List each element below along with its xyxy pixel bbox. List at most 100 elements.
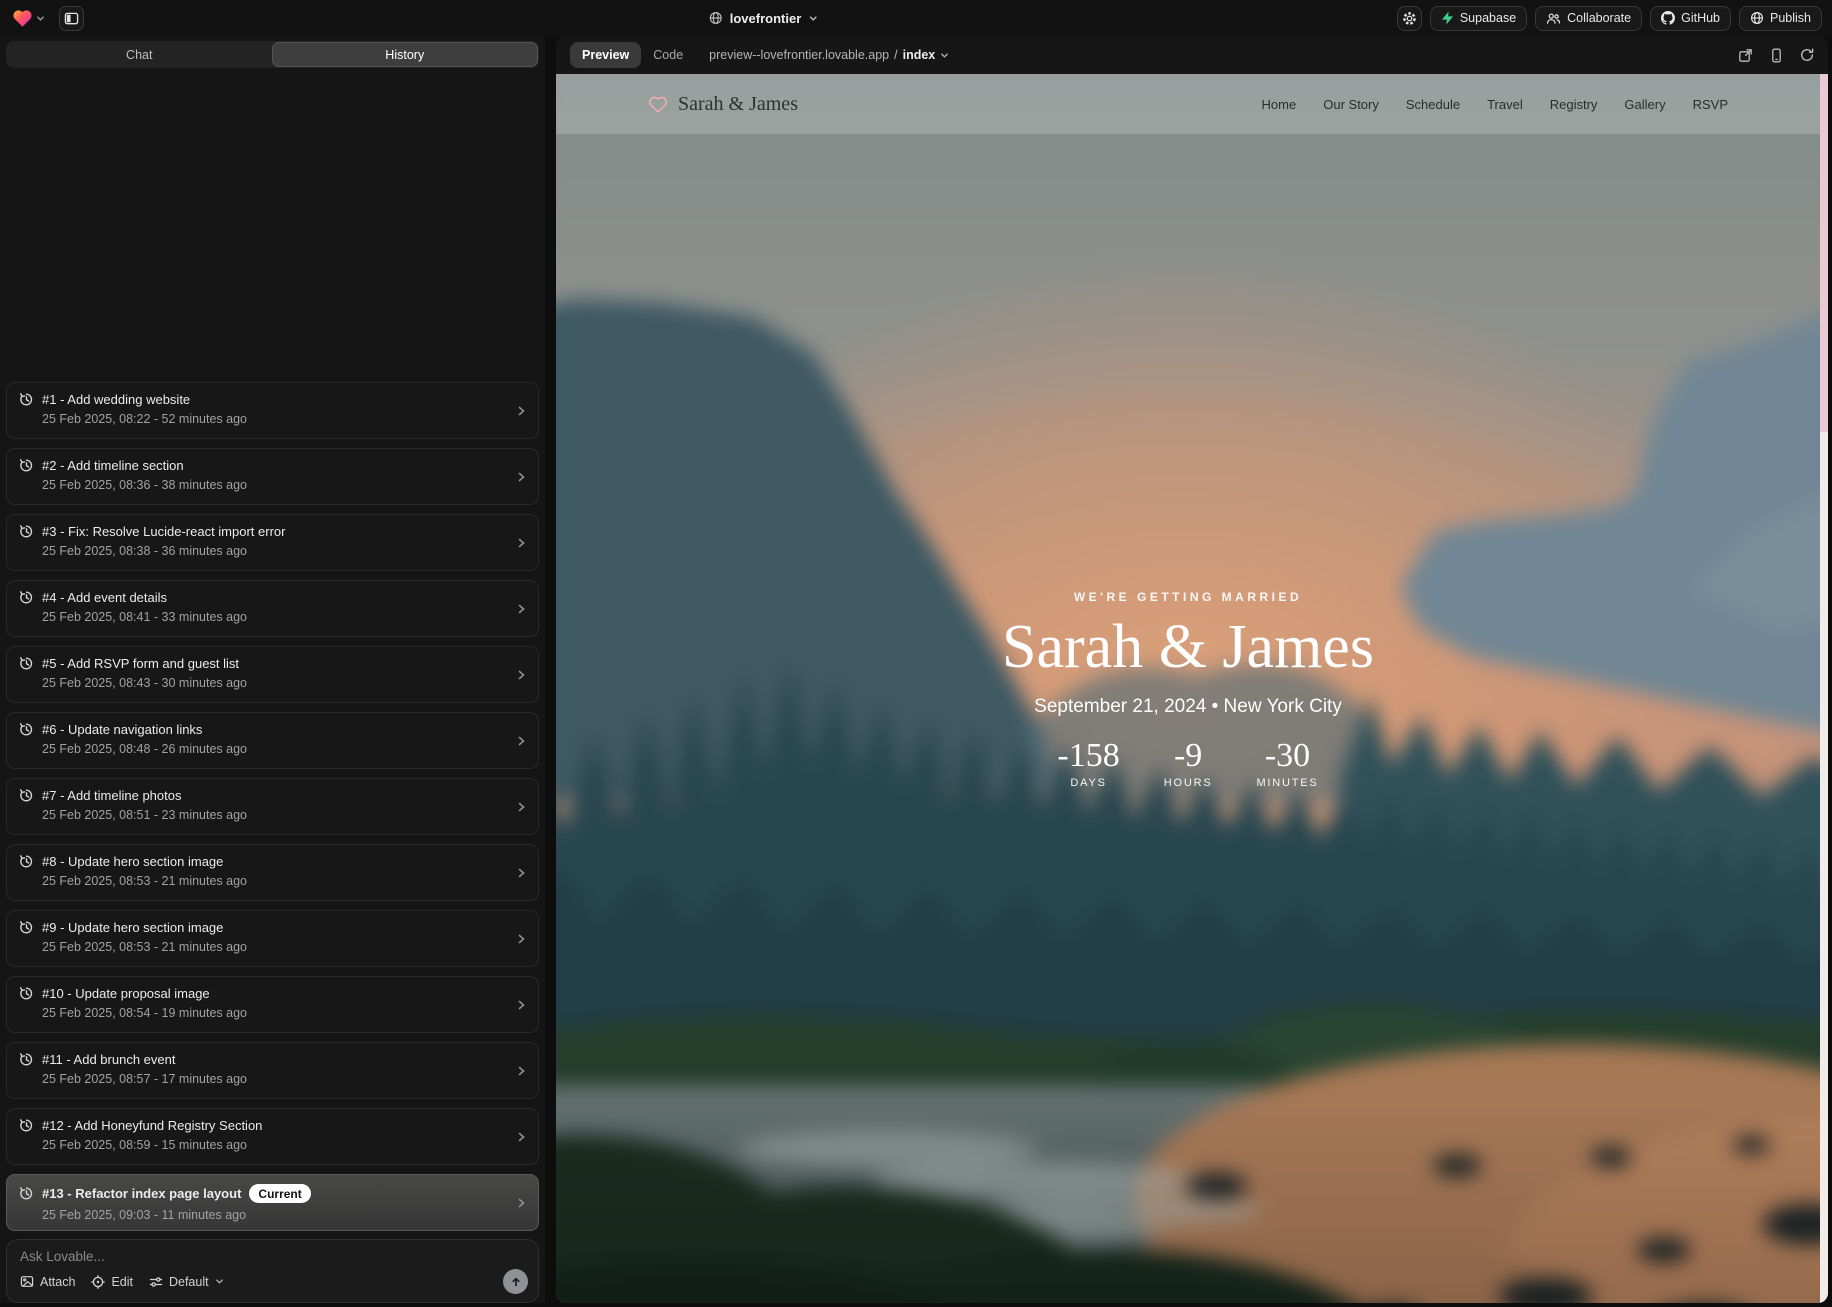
sidebar-spacer	[0, 68, 545, 382]
lovable-logo-menu[interactable]	[12, 8, 45, 28]
supabase-button[interactable]: Supabase	[1430, 6, 1527, 31]
nav-rsvp[interactable]: RSVP	[1693, 97, 1728, 112]
users-icon	[1546, 12, 1561, 25]
history-item-meta: 25 Feb 2025, 08:36 - 38 minutes ago	[42, 478, 508, 492]
nav-gallery[interactable]: Gallery	[1624, 97, 1665, 112]
history-icon	[19, 788, 34, 803]
scrollbar-thumb[interactable]	[1820, 74, 1828, 432]
chevron-right-icon	[516, 1131, 527, 1143]
open-in-new-tab-icon[interactable]	[1738, 48, 1753, 63]
history-item[interactable]: #12 - Add Honeyfund Registry Section 25 …	[6, 1108, 539, 1165]
history-item-meta: 25 Feb 2025, 08:51 - 23 minutes ago	[42, 808, 508, 822]
attach-button[interactable]: Attach	[20, 1275, 75, 1289]
topbar-left	[12, 0, 84, 36]
history-icon	[19, 590, 34, 605]
history-item[interactable]: #6 - Update navigation links 25 Feb 2025…	[6, 712, 539, 769]
composer-toolbar: Attach Edit	[20, 1269, 528, 1294]
site-logo[interactable]: Sarah & James	[648, 93, 798, 116]
chevron-right-icon	[516, 471, 527, 483]
send-button[interactable]	[503, 1269, 528, 1294]
history-icon	[19, 986, 34, 1001]
chevron-right-icon	[516, 801, 527, 813]
sidebar-toggle-button[interactable]	[59, 6, 84, 31]
publish-button[interactable]: Publish	[1739, 6, 1822, 31]
history-item-meta: 25 Feb 2025, 08:54 - 19 minutes ago	[42, 1006, 508, 1020]
preview-scrollbar[interactable]	[1820, 74, 1828, 1303]
history-icon	[19, 392, 34, 407]
tab-preview[interactable]: Preview	[570, 42, 641, 68]
refresh-icon[interactable]	[1800, 48, 1814, 62]
nav-travel[interactable]: Travel	[1487, 97, 1523, 112]
history-item[interactable]: #1 - Add wedding website 25 Feb 2025, 08…	[6, 382, 539, 439]
history-item[interactable]: #3 - Fix: Resolve Lucide-react import er…	[6, 514, 539, 571]
history-item-meta: 25 Feb 2025, 08:48 - 26 minutes ago	[42, 742, 508, 756]
nav-home[interactable]: Home	[1262, 97, 1297, 112]
chevron-right-icon	[516, 1065, 527, 1077]
globe-icon	[1750, 11, 1764, 25]
tab-history[interactable]: History	[272, 42, 539, 67]
topbar-actions: Supabase Collaborate GitHub	[1397, 0, 1822, 36]
preview-actions	[1738, 48, 1814, 63]
mobile-view-icon[interactable]	[1770, 48, 1783, 63]
history-item-title: #1 - Add wedding website	[42, 392, 190, 407]
hero-date-location: September 21, 2024 • New York City	[556, 696, 1820, 718]
history-icon	[19, 1186, 34, 1201]
topbar: lovefrontier Supabase	[0, 0, 1832, 36]
scene-overlay	[556, 74, 1828, 1303]
project-switcher[interactable]: lovefrontier	[709, 0, 818, 36]
history-item[interactable]: #4 - Add event details 25 Feb 2025, 08:4…	[6, 580, 539, 637]
preview-url[interactable]: preview--lovefrontier.lovable.app / inde…	[709, 48, 949, 62]
preview-domain: preview--lovefrontier.lovable.app	[709, 48, 889, 62]
chevron-right-icon	[516, 537, 527, 549]
history-item[interactable]: #5 - Add RSVP form and guest list 25 Feb…	[6, 646, 539, 703]
settings-button[interactable]	[1397, 6, 1422, 31]
url-separator: /	[894, 48, 897, 62]
chat-history-tabs: Chat History	[6, 41, 539, 68]
chat-composer: Attach Edit	[6, 1239, 539, 1303]
history-item[interactable]: #8 - Update hero section image 25 Feb 20…	[6, 844, 539, 901]
github-label: GitHub	[1681, 11, 1720, 25]
countdown-hours-label: HOURS	[1164, 777, 1213, 789]
chevron-right-icon	[516, 735, 527, 747]
history-icon	[19, 1052, 34, 1067]
nav-our-story[interactable]: Our Story	[1323, 97, 1379, 112]
history-item-title: #2 - Add timeline section	[42, 458, 184, 473]
history-icon	[19, 524, 34, 539]
edit-button[interactable]: Edit	[91, 1275, 133, 1289]
ask-lovable-input[interactable]	[20, 1249, 528, 1264]
github-button[interactable]: GitHub	[1650, 6, 1731, 31]
nav-registry[interactable]: Registry	[1550, 97, 1598, 112]
history-item-meta: 25 Feb 2025, 08:53 - 21 minutes ago	[42, 874, 508, 888]
chevron-down-icon	[940, 51, 949, 60]
history-item-title: #6 - Update navigation links	[42, 722, 202, 737]
countdown-minutes-label: MINUTES	[1256, 777, 1318, 789]
collaborate-button[interactable]: Collaborate	[1535, 6, 1642, 31]
history-item-title: #4 - Add event details	[42, 590, 167, 605]
countdown-hours: -9 HOURS	[1164, 738, 1213, 789]
history-item[interactable]: #7 - Add timeline photos 25 Feb 2025, 08…	[6, 778, 539, 835]
tab-code[interactable]: Code	[653, 48, 683, 62]
history-item[interactable]: #11 - Add brunch event 25 Feb 2025, 08:5…	[6, 1042, 539, 1099]
gear-icon	[1402, 11, 1417, 26]
lovable-heart-logo-icon	[12, 8, 33, 28]
history-icon	[19, 458, 34, 473]
history-icon	[19, 1118, 34, 1133]
history-item[interactable]: #10 - Update proposal image 25 Feb 2025,…	[6, 976, 539, 1033]
heart-outline-icon	[648, 95, 668, 114]
site-viewport: Sarah & James Home Our Story Schedule Tr…	[556, 74, 1828, 1303]
history-item[interactable]: #2 - Add timeline section 25 Feb 2025, 0…	[6, 448, 539, 505]
arrow-up-icon	[510, 1276, 522, 1288]
publish-label: Publish	[1770, 11, 1811, 25]
nav-schedule[interactable]: Schedule	[1406, 97, 1460, 112]
tab-chat[interactable]: Chat	[7, 42, 272, 67]
history-icon	[19, 722, 34, 737]
history-item-meta: 25 Feb 2025, 08:41 - 33 minutes ago	[42, 610, 508, 624]
hero-eyebrow: WE'RE GETTING MARRIED	[556, 590, 1820, 604]
site-header: Sarah & James Home Our Story Schedule Tr…	[556, 74, 1820, 134]
chevron-right-icon	[516, 669, 527, 681]
countdown-hours-value: -9	[1164, 738, 1213, 774]
history-item-title: #11 - Add brunch event	[42, 1052, 175, 1067]
history-item[interactable]: #9 - Update hero section image 25 Feb 20…	[6, 910, 539, 967]
mode-select[interactable]: Default	[149, 1275, 224, 1289]
history-item-current[interactable]: #13 - Refactor index page layout Current…	[6, 1174, 539, 1231]
